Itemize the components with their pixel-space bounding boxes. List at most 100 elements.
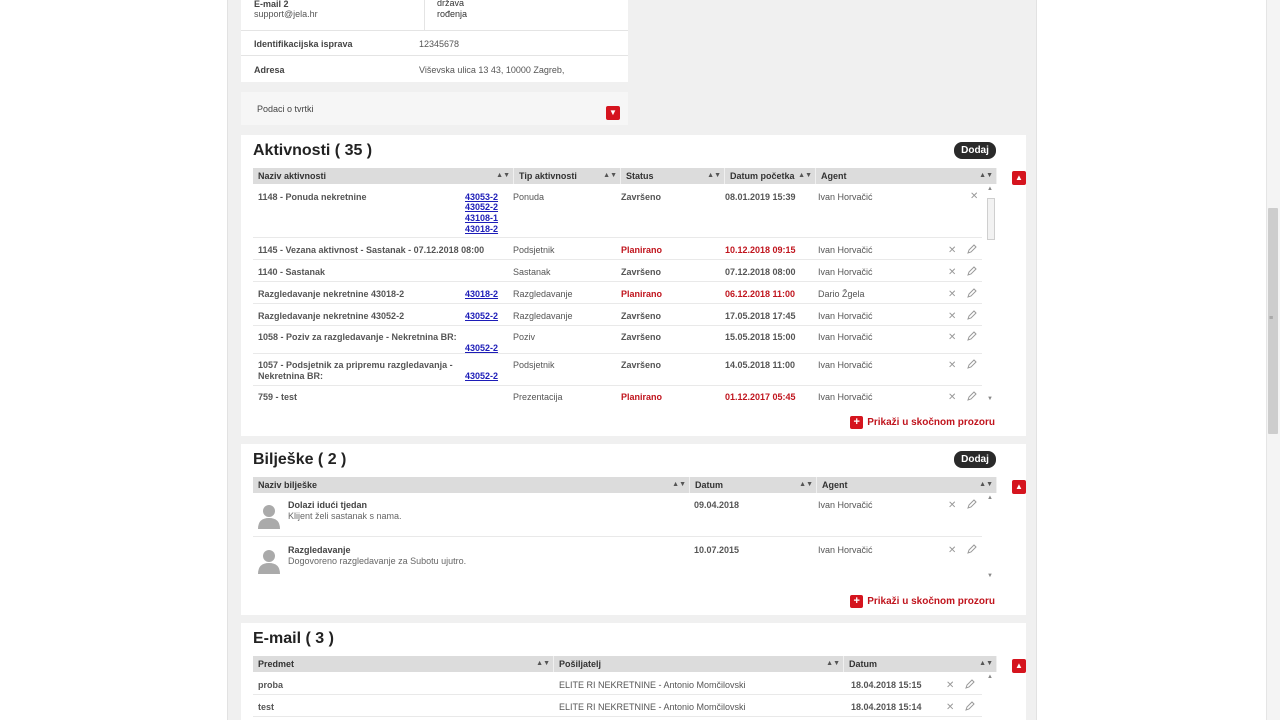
activity-name: 759 - test — [258, 392, 298, 402]
avatar-icon — [258, 550, 280, 574]
scroll-up-icon[interactable]: ▲ — [987, 186, 993, 192]
edit-icon[interactable] — [967, 310, 977, 320]
table-header: Predmet ▲▼ Pošiljatelj ▲▼ Datum ▲▼ — [253, 656, 997, 672]
property-link[interactable]: 43018-2 — [465, 224, 498, 234]
delete-icon[interactable]: ✕ — [948, 332, 956, 343]
table-row[interactable]: 1057 - Podsjetnik za pripremu razgledava… — [253, 356, 982, 386]
collapse-notes-icon[interactable]: ▲ — [1012, 480, 1026, 494]
column-header-subject[interactable]: Predmet ▲▼ — [253, 656, 554, 672]
delete-icon[interactable]: ✕ — [948, 311, 956, 322]
birth-label: rođenja — [437, 9, 468, 19]
column-header-status[interactable]: Status ▲▼ — [621, 168, 725, 184]
edit-icon[interactable] — [967, 544, 977, 554]
sort-icon: ▲▼ — [603, 172, 617, 179]
open-in-popup-link[interactable]: + Prikaži u skočnom prozoru — [850, 595, 995, 608]
scroll-up-icon[interactable]: ▲ — [987, 674, 993, 680]
delete-icon[interactable]: ✕ — [948, 500, 956, 511]
open-in-popup-label: Prikaži u skočnom prozoru — [867, 596, 995, 608]
edit-icon[interactable] — [967, 244, 977, 254]
column-header-agent[interactable]: Agent ▲▼ — [816, 168, 997, 184]
delete-icon[interactable]: ✕ — [946, 680, 954, 691]
note-text: Dogovoreno razgledavanje za Subotu ujutr… — [288, 556, 467, 566]
sort-icon: ▲▼ — [979, 660, 993, 667]
table-row[interactable]: Razgledavanje nekretnine 43052-2 43052-2… — [253, 306, 982, 326]
activities-table: Naziv aktivnosti ▲▼ Tip aktivnosti ▲▼ Stat… — [253, 168, 997, 406]
property-link[interactable]: 43052-2 — [465, 311, 498, 321]
table-row[interactable]: 1145 - Vezana aktivnost - Sastanak - 07.… — [253, 240, 982, 260]
email-2-value: support@jela.hr — [254, 9, 318, 19]
edit-icon[interactable] — [967, 266, 977, 276]
delete-icon[interactable]: ✕ — [948, 289, 956, 300]
column-header-agent[interactable]: Agent ▲▼ — [817, 477, 997, 493]
sort-icon: ▲▼ — [826, 660, 840, 667]
table-row[interactable]: 1058 - Poziv za razgledavanje - Nekretni… — [253, 328, 982, 354]
property-link[interactable]: 43052-2 — [465, 202, 498, 212]
expand-icon[interactable]: ▼ — [606, 106, 620, 120]
column-header-type[interactable]: Tip aktivnosti ▲▼ — [514, 168, 621, 184]
property-link[interactable]: 43053-2 — [465, 192, 498, 202]
activity-type: Ponuda — [513, 192, 545, 202]
plus-icon: + — [850, 595, 864, 608]
collapse-email-icon[interactable]: ▲ — [1012, 659, 1026, 673]
table-row[interactable]: test ELITE RI NEKRETNINE - Antonio Momči… — [253, 697, 982, 717]
delete-icon[interactable]: ✕ — [948, 545, 956, 556]
company-data-toggle[interactable]: Podaci o tvrtki ▼ — [241, 92, 628, 125]
add-activity-button[interactable]: Dodaj — [954, 142, 996, 159]
column-header-label: Datum — [695, 480, 724, 490]
column-header-date[interactable]: Datum ▲▼ — [844, 656, 997, 672]
activity-agent: Ivan Horvačić — [818, 245, 873, 255]
property-link[interactable]: 43052-2 — [465, 371, 498, 381]
open-in-popup-label: Prikaži u skočnom prozoru — [867, 417, 995, 429]
delete-icon[interactable]: ✕ — [948, 245, 956, 256]
activity-agent: Ivan Horvačić — [818, 311, 873, 321]
column-header-sender[interactable]: Pošiljatelj ▲▼ — [554, 656, 844, 672]
delete-icon[interactable]: ✕ — [948, 392, 956, 403]
activity-status: Planirano — [621, 289, 663, 299]
activity-type: Razgledavanje — [513, 311, 573, 321]
scroll-down-icon[interactable]: ▼ — [987, 396, 993, 402]
open-in-popup-link[interactable]: + Prikaži u skočnom prozoru — [850, 416, 995, 429]
table-row[interactable]: proba ELITE RI NEKRETNINE - Antonio Momč… — [253, 674, 982, 695]
scroll-down-icon[interactable]: ▼ — [987, 573, 993, 579]
delete-icon[interactable]: ✕ — [970, 191, 978, 202]
delete-icon[interactable]: ✕ — [946, 702, 954, 713]
add-note-button[interactable]: Dodaj — [954, 451, 996, 468]
collapse-activities-icon[interactable]: ▲ — [1012, 171, 1026, 185]
edit-icon[interactable] — [967, 391, 977, 401]
column-header-date[interactable]: Datum početka ▲▼ — [725, 168, 816, 184]
table-scrollbar[interactable]: ▲ ▼ — [985, 493, 997, 584]
column-header-note[interactable]: Naziv bilješke ▲▼ — [253, 477, 690, 493]
table-row[interactable]: Razgledavanje nekretnine 43018-2 43018-2… — [253, 284, 982, 304]
activity-status: Završeno — [621, 360, 662, 370]
column-header-name[interactable]: Naziv aktivnosti ▲▼ — [253, 168, 514, 184]
property-link[interactable]: 43052-2 — [465, 343, 498, 353]
property-link[interactable]: 43018-2 — [465, 289, 498, 299]
delete-icon[interactable]: ✕ — [948, 267, 956, 278]
edit-icon[interactable] — [965, 679, 975, 689]
edit-icon[interactable] — [967, 331, 977, 341]
edit-icon[interactable] — [965, 701, 975, 711]
scroll-up-icon[interactable]: ▲ — [987, 495, 993, 501]
column-header-date[interactable]: Datum ▲▼ — [690, 477, 817, 493]
edit-icon[interactable] — [967, 288, 977, 298]
scroll-thumb[interactable] — [987, 198, 995, 240]
activity-name: Razgledavanje nekretnine 43052-2 — [258, 311, 405, 321]
edit-icon[interactable] — [967, 499, 977, 509]
app-root: { "contact": { "email_label": "E-mail 2"… — [0, 0, 1280, 720]
table-row[interactable]: 759 - test Prezentacija Planirano 01.12.… — [253, 388, 982, 406]
table-scrollbar[interactable]: ▲ ▼ — [985, 184, 997, 406]
list-item[interactable]: Dolazi idući tjedan Klijent želi sastana… — [253, 495, 982, 537]
country-label: država — [437, 0, 465, 8]
edit-icon[interactable] — [967, 359, 977, 369]
activity-type: Podsjetnik — [513, 360, 555, 370]
activity-agent: Ivan Horvačić — [818, 192, 873, 202]
activity-status: Završeno — [621, 311, 662, 321]
table-scrollbar[interactable]: ▲ — [985, 672, 997, 720]
note-title: Dolazi idući tjedan — [288, 500, 368, 510]
table-row[interactable]: 1148 - Ponuda nekretnine 43053-2 43052-2… — [253, 186, 982, 238]
table-row[interactable]: 1140 - Sastanak Sastanak Završeno 07.12.… — [253, 262, 982, 282]
activity-agent: Ivan Horvačić — [818, 332, 873, 342]
property-link[interactable]: 43108-1 — [465, 213, 498, 223]
list-item[interactable]: Razgledavanje Dogovoreno razgledavanje z… — [253, 540, 982, 584]
delete-icon[interactable]: ✕ — [948, 360, 956, 371]
